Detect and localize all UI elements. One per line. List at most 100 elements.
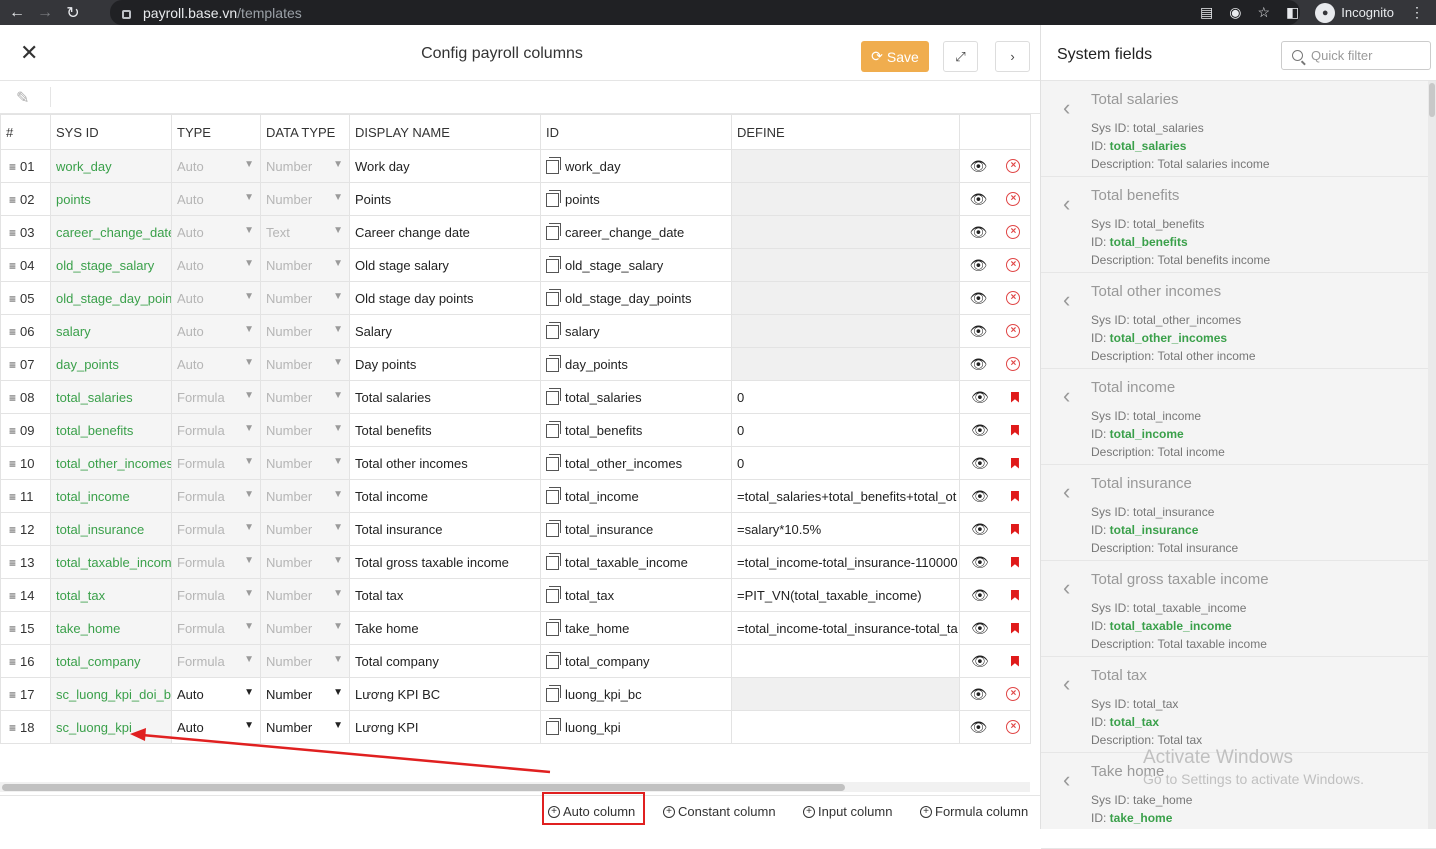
define-input[interactable]: =total_income-total_insurance-total_ta	[731, 611, 960, 645]
translate-icon[interactable]: ▤	[1200, 4, 1213, 21]
chevron-left-icon[interactable]: ‹	[1063, 95, 1070, 121]
eye-icon[interactable]: 👁	[970, 290, 988, 307]
eye-icon[interactable]: 👁	[970, 686, 988, 703]
eye-icon[interactable]: 👁	[970, 224, 988, 241]
drag-handle-icon[interactable]: ≡	[9, 721, 16, 735]
eye-icon[interactable]: 👁	[971, 653, 989, 670]
id-cell[interactable]: old_stage_day_points	[540, 281, 732, 315]
bookmark-icon[interactable]	[1010, 589, 1019, 601]
copy-icon[interactable]	[546, 288, 561, 306]
row-number-cell[interactable]: ≡ 18	[0, 710, 51, 744]
delete-icon[interactable]: ×	[1006, 159, 1021, 173]
delete-icon[interactable]: ×	[1006, 357, 1021, 371]
type-select[interactable]: Auto ▼	[171, 677, 261, 711]
row-number-cell[interactable]: ≡ 12	[0, 512, 51, 546]
copy-icon[interactable]	[546, 453, 561, 471]
drag-handle-icon[interactable]: ≡	[9, 358, 16, 372]
drag-handle-icon[interactable]: ≡	[9, 391, 16, 405]
drag-handle-icon[interactable]: ≡	[9, 490, 16, 504]
display-name-input[interactable]: Work day	[349, 149, 541, 183]
copy-icon[interactable]	[546, 387, 561, 405]
drag-handle-icon[interactable]: ≡	[9, 556, 16, 570]
forward-icon[interactable]: →	[34, 0, 56, 25]
drag-handle-icon[interactable]: ≡	[9, 292, 16, 306]
sidepanel-icon[interactable]: ◧	[1286, 4, 1299, 21]
display-name-input[interactable]: Total company	[349, 644, 541, 678]
chevron-left-icon[interactable]: ‹	[1063, 767, 1070, 793]
drag-handle-icon[interactable]: ≡	[9, 688, 16, 702]
chevron-left-icon[interactable]: ‹	[1063, 671, 1070, 697]
display-name-input[interactable]: Salary	[349, 314, 541, 348]
drag-handle-icon[interactable]: ≡	[9, 193, 16, 207]
system-field-item[interactable]: ‹ Total insurance Sys ID: total_insurance I…	[1041, 465, 1436, 561]
delete-icon[interactable]: ×	[1006, 225, 1021, 239]
delete-icon[interactable]: ×	[1006, 720, 1021, 734]
id-cell[interactable]: total_company	[540, 644, 732, 678]
copy-icon[interactable]	[546, 519, 561, 537]
delete-icon[interactable]: ×	[1006, 258, 1021, 272]
drag-handle-icon[interactable]: ≡	[9, 259, 16, 273]
copy-icon[interactable]	[546, 354, 561, 372]
row-number-cell[interactable]: ≡ 09	[0, 413, 51, 447]
drag-handle-icon[interactable]: ≡	[9, 325, 16, 339]
horizontal-scrollbar[interactable]	[0, 782, 1030, 792]
next-button[interactable]: ›	[995, 41, 1030, 72]
drag-handle-icon[interactable]: ≡	[9, 523, 16, 537]
define-input[interactable]: 0	[731, 413, 960, 447]
kebab-menu-icon[interactable]: ⋮	[1410, 4, 1424, 21]
chevron-left-icon[interactable]: ‹	[1063, 191, 1070, 217]
display-name-input[interactable]: Take home	[349, 611, 541, 645]
display-name-input[interactable]: Total other incomes	[349, 446, 541, 480]
bookmark-icon[interactable]	[1010, 391, 1019, 403]
define-input[interactable]	[731, 248, 960, 282]
row-number-cell[interactable]: ≡ 07	[0, 347, 51, 381]
chevron-left-icon[interactable]: ‹	[1063, 287, 1070, 313]
display-name-input[interactable]: Total insurance	[349, 512, 541, 546]
bookmark-icon[interactable]	[1010, 424, 1019, 436]
id-cell[interactable]: old_stage_salary	[540, 248, 732, 282]
bookmark-icon[interactable]	[1010, 457, 1019, 469]
copy-icon[interactable]	[546, 222, 561, 240]
chevron-left-icon[interactable]: ‹	[1063, 575, 1070, 601]
quick-filter-input[interactable]: Quick filter	[1281, 41, 1431, 70]
chevron-left-icon[interactable]: ‹	[1063, 479, 1070, 505]
drag-handle-icon[interactable]: ≡	[9, 457, 16, 471]
eye-icon[interactable]: 👁	[971, 455, 989, 472]
id-cell[interactable]: total_insurance	[540, 512, 732, 546]
eye-icon[interactable]: 👁	[970, 158, 988, 175]
id-cell[interactable]: luong_kpi_bc	[540, 677, 732, 711]
define-input[interactable]	[731, 644, 960, 678]
display-name-input[interactable]: Career change date	[349, 215, 541, 249]
bookmark-icon[interactable]	[1010, 655, 1019, 667]
copy-icon[interactable]	[546, 585, 561, 603]
eye-icon[interactable]: 👁	[970, 191, 988, 208]
display-name-input[interactable]: Total tax	[349, 578, 541, 612]
define-input[interactable]	[731, 215, 960, 249]
save-button[interactable]: ⟳ Save	[861, 41, 929, 72]
input-column-button[interactable]: + Input column	[803, 804, 892, 819]
eye-icon[interactable]: 👁	[970, 257, 988, 274]
eye-icon[interactable]: 👁	[971, 422, 989, 439]
define-input[interactable]	[731, 677, 960, 711]
id-cell[interactable]: total_taxable_income	[540, 545, 732, 579]
eye-icon[interactable]: 👁	[970, 323, 988, 340]
define-input[interactable]: 0	[731, 380, 960, 414]
copy-icon[interactable]	[546, 255, 561, 273]
delete-icon[interactable]: ×	[1006, 687, 1021, 701]
id-cell[interactable]: total_other_incomes	[540, 446, 732, 480]
formula-column-button[interactable]: + Formula column	[920, 804, 1028, 819]
copy-icon[interactable]	[546, 618, 561, 636]
drag-handle-icon[interactable]: ≡	[9, 160, 16, 174]
define-input[interactable]: =salary*10.5%	[731, 512, 960, 546]
eye-icon[interactable]: 👁	[971, 620, 989, 637]
copy-icon[interactable]	[546, 156, 561, 174]
drag-handle-icon[interactable]: ≡	[9, 622, 16, 636]
row-number-cell[interactable]: ≡ 04	[0, 248, 51, 282]
eye-icon[interactable]: 👁	[970, 719, 988, 736]
id-cell[interactable]: take_home	[540, 611, 732, 645]
display-name-input[interactable]: Total gross taxable income	[349, 545, 541, 579]
id-cell[interactable]: salary	[540, 314, 732, 348]
copy-icon[interactable]	[546, 651, 561, 669]
system-field-item[interactable]: ‹ Total benefits Sys ID: total_benefits ID:…	[1041, 177, 1436, 273]
display-name-input[interactable]: Total salaries	[349, 380, 541, 414]
